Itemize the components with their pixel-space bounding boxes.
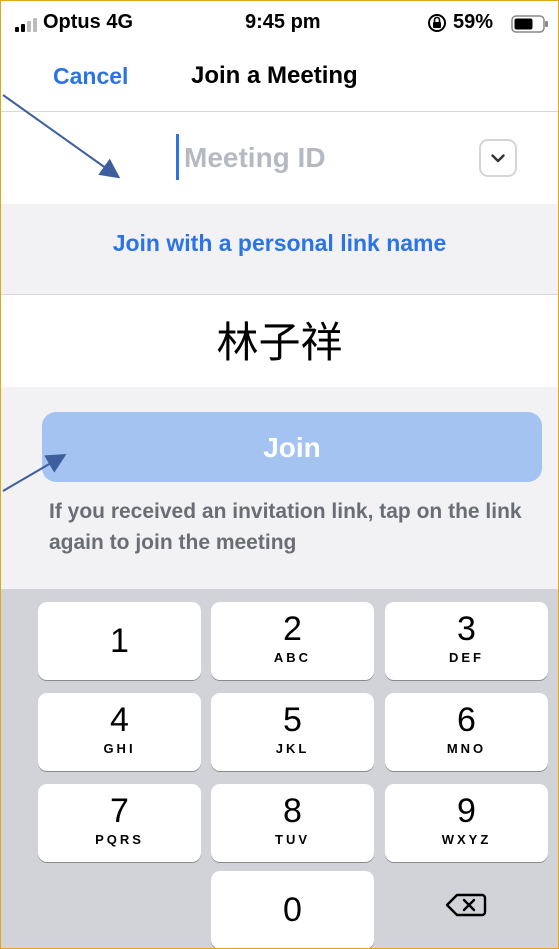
key-letters: WXYZ [441, 832, 492, 847]
numeric-keypad: 1 2 ABC 3 DEF 4 GHI 5 JKL 6 MNO 7 PQRS 8… [1, 589, 558, 948]
key-letters: PQRS [95, 832, 144, 847]
key-digit: 0 [283, 891, 302, 929]
key-letters: GHI [103, 741, 136, 756]
delete-key[interactable] [385, 874, 548, 948]
key-letters: DEF [449, 650, 484, 665]
key-digit: 6 [457, 701, 476, 739]
key-digit: 9 [457, 792, 476, 830]
key-8[interactable]: 8 TUV [211, 784, 374, 862]
annotation-arrow-join [2, 453, 67, 492]
key-5[interactable]: 5 JKL [211, 693, 374, 771]
key-digit: 5 [283, 701, 302, 739]
key-7[interactable]: 7 PQRS [38, 784, 201, 862]
key-4[interactable]: 4 GHI [38, 693, 201, 771]
key-letters: MNO [446, 741, 487, 756]
backspace-icon [445, 893, 487, 917]
key-digit: 7 [110, 792, 129, 830]
key-letters: JKL [275, 741, 310, 756]
key-2[interactable]: 2 ABC [211, 602, 374, 680]
key-6[interactable]: 6 MNO [385, 693, 548, 771]
key-9[interactable]: 9 WXYZ [385, 784, 548, 862]
key-digit: 4 [110, 701, 129, 739]
key-digit: 3 [457, 610, 476, 648]
annotation-arrow-meeting-id [2, 94, 121, 179]
key-digit: 8 [283, 792, 302, 830]
annotation-arrows [2, 94, 121, 492]
key-digit: 2 [283, 610, 302, 648]
key-3[interactable]: 3 DEF [385, 602, 548, 680]
key-digit: 1 [110, 622, 129, 660]
phone-screen: Optus 4G 9:45 pm 59% Cancel Join a Meeti… [0, 0, 559, 949]
key-0[interactable]: 0 [211, 871, 374, 948]
key-letters: ABC [273, 650, 312, 665]
key-letters: TUV [275, 832, 310, 847]
key-1[interactable]: 1 [38, 602, 201, 680]
